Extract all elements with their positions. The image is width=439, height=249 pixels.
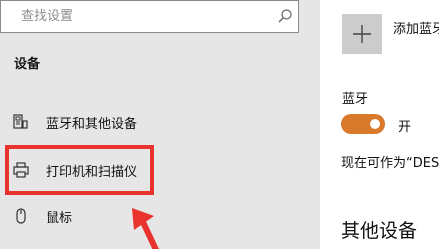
nav-item-label: 蓝牙和其他设备 xyxy=(46,117,138,132)
nav-section-heading: 设备 xyxy=(14,57,41,72)
mouse-icon xyxy=(16,208,26,224)
bluetooth-devices-icon xyxy=(13,114,28,129)
search-icon[interactable] xyxy=(277,8,293,24)
other-devices-heading: 其他设备 xyxy=(341,220,418,242)
settings-content-pane: 添加蓝牙 蓝牙 开 现在可作为“DES 其他设备 xyxy=(320,0,439,249)
bluetooth-toggle-state: 开 xyxy=(398,120,412,135)
search-box[interactable] xyxy=(0,0,299,33)
add-device-button[interactable] xyxy=(342,14,382,54)
add-device-label[interactable]: 添加蓝牙 xyxy=(393,18,439,37)
highlight-annotation-box xyxy=(5,145,154,195)
settings-nav-pane: 设备 蓝牙和其他设备 打印机和扫描仪 鼠标 xyxy=(0,0,320,249)
discoverable-status-text: 现在可作为“DES xyxy=(341,156,439,171)
nav-item-label: 鼠标 xyxy=(46,211,73,226)
search-input[interactable] xyxy=(21,5,271,27)
toggle-knob xyxy=(370,119,380,129)
settings-window: 设备 蓝牙和其他设备 打印机和扫描仪 鼠标 xyxy=(0,0,439,249)
bluetooth-heading: 蓝牙 xyxy=(342,92,369,107)
plus-icon xyxy=(353,25,371,43)
bluetooth-toggle[interactable] xyxy=(341,114,385,134)
nav-item-bluetooth[interactable]: 蓝牙和其他设备 xyxy=(0,104,320,140)
arrow-annotation-icon xyxy=(132,208,159,249)
